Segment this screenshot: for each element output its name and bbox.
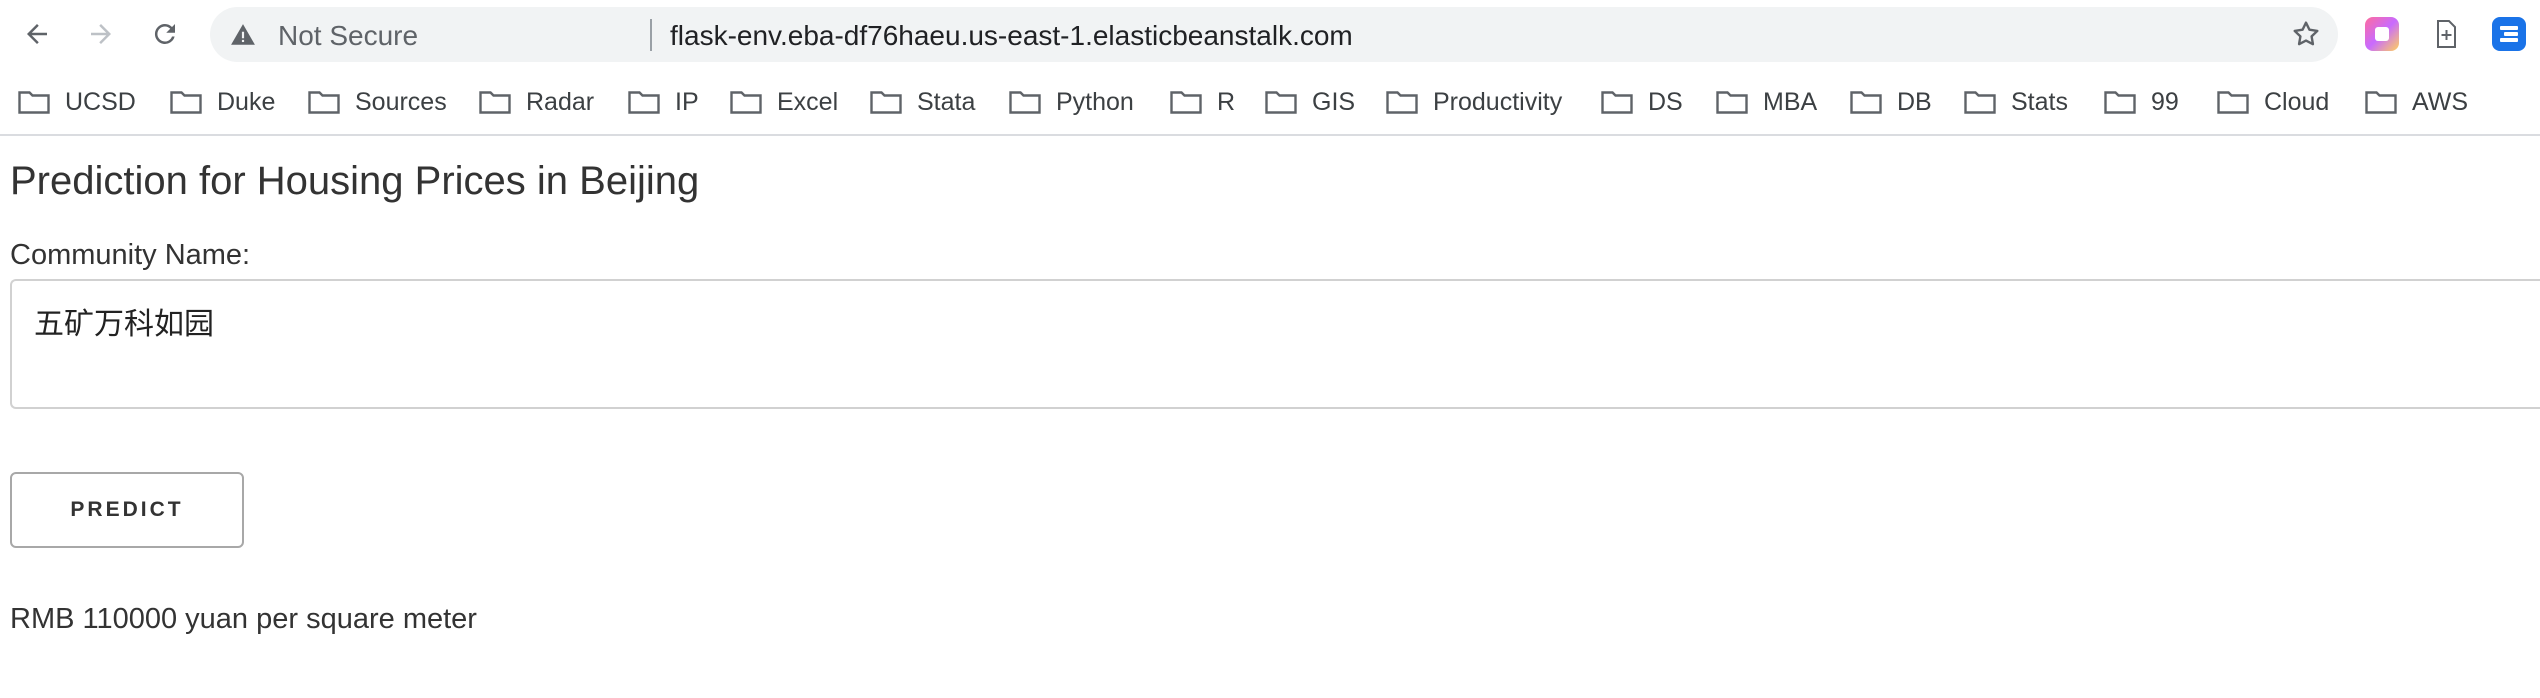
bookmark-label: 99	[2151, 87, 2179, 116]
browser-toolbar: Not Secure flask-env.eba-df76haeu.us-eas…	[0, 0, 2540, 68]
bookmark-label: Duke	[217, 87, 276, 116]
community-name-label: Community Name:	[10, 239, 251, 271]
bookmark-aws[interactable]: AWS	[2365, 78, 2468, 126]
bookmark-star-icon[interactable]	[2290, 18, 2322, 50]
bookmark-productivity[interactable]: Productivity	[1386, 78, 1562, 126]
bookmark-label: Stats	[2011, 87, 2068, 116]
bookmark-label: IP	[675, 87, 699, 116]
folder-icon	[479, 91, 511, 114]
bookmark-label: Cloud	[2264, 87, 2330, 116]
bookmark-label: Sources	[355, 87, 447, 116]
folder-icon	[1850, 91, 1882, 114]
bookmark-duke[interactable]: Duke	[170, 78, 275, 126]
bookmark-label: Productivity	[1433, 87, 1563, 116]
bookmark-label: MBA	[1763, 87, 1818, 116]
forward-arrow-icon	[91, 24, 111, 44]
security-label[interactable]: Not Secure	[278, 20, 418, 52]
page-title: Prediction for Housing Prices in Beijing	[10, 159, 700, 203]
folder-icon	[1170, 91, 1202, 114]
bookmark-db[interactable]: DB	[1850, 78, 1932, 126]
back-arrow-icon	[27, 24, 47, 44]
address-bar[interactable]: Not Secure flask-env.eba-df76haeu.us-eas…	[210, 7, 2338, 62]
bookmark-ip[interactable]: IP	[628, 78, 699, 126]
bookmark-stats[interactable]: Stats	[1964, 78, 2068, 126]
folder-icon	[1601, 91, 1633, 114]
folder-icon	[170, 91, 202, 114]
reload-button[interactable]	[144, 13, 186, 55]
bookmark-ds[interactable]: DS	[1601, 78, 1683, 126]
bookmark-label: Stata	[917, 87, 976, 116]
folder-icon	[2104, 91, 2136, 114]
back-button[interactable]	[16, 13, 58, 55]
bookmark-radar[interactable]: Radar	[479, 78, 594, 126]
folder-icon	[1265, 91, 1297, 114]
bookmark-stata[interactable]: Stata	[870, 78, 975, 126]
bookmark-label: AWS	[2412, 87, 2469, 116]
bookmark-ucsd[interactable]: UCSD	[18, 78, 136, 126]
toolbar-divider	[0, 134, 2540, 136]
bookmark-r[interactable]: R	[1170, 78, 1235, 126]
folder-icon	[2217, 91, 2249, 114]
bookmark-excel[interactable]: Excel	[730, 78, 838, 126]
bookmark-cloud[interactable]: Cloud	[2217, 78, 2329, 126]
prediction-result: RMB 110000 yuan per square meter	[10, 603, 477, 635]
bookmark-label: DS	[1648, 87, 1683, 116]
forward-button[interactable]	[80, 13, 122, 55]
bookmark-gis[interactable]: GIS	[1265, 78, 1355, 126]
folder-icon	[1009, 91, 1041, 114]
folder-icon	[1964, 91, 1996, 114]
folder-icon	[308, 91, 340, 114]
bookmark-label: R	[1217, 87, 1236, 116]
folder-icon	[1716, 91, 1748, 114]
bookmark-label: Python	[1056, 87, 1134, 116]
bookmark-mba[interactable]: MBA	[1716, 78, 1817, 126]
warning-icon	[231, 24, 255, 45]
folder-icon	[1386, 91, 1418, 114]
bookmark-label: DB	[1897, 87, 1932, 116]
predict-button[interactable]: PREDICT	[10, 472, 244, 548]
extension-document-icon[interactable]	[2429, 17, 2463, 51]
extension-gradient-icon[interactable]	[2365, 17, 2399, 51]
bookmark-label: Excel	[777, 87, 839, 116]
reload-icon	[154, 23, 175, 44]
bookmark-sources[interactable]: Sources	[308, 78, 447, 126]
folder-icon	[628, 91, 660, 114]
folder-icon	[870, 91, 902, 114]
community-name-input[interactable]: 五矿万科如园	[10, 279, 2540, 409]
bookmark-label: GIS	[1312, 87, 1356, 116]
bookmark-label: Radar	[526, 87, 595, 116]
bookmark-label: UCSD	[65, 87, 136, 116]
folder-icon	[2365, 91, 2397, 114]
address-separator	[650, 19, 652, 51]
url-text[interactable]: flask-env.eba-df76haeu.us-east-1.elastic…	[670, 20, 1353, 52]
bookmark-python[interactable]: Python	[1009, 78, 1134, 126]
bookmarks-bar: UCSD Duke Sources Radar IP Excel Stata P…	[0, 78, 2540, 126]
folder-icon	[18, 91, 50, 114]
extension-blue-icon[interactable]	[2492, 17, 2526, 51]
folder-icon	[730, 91, 762, 114]
bookmark-99[interactable]: 99	[2104, 78, 2179, 126]
